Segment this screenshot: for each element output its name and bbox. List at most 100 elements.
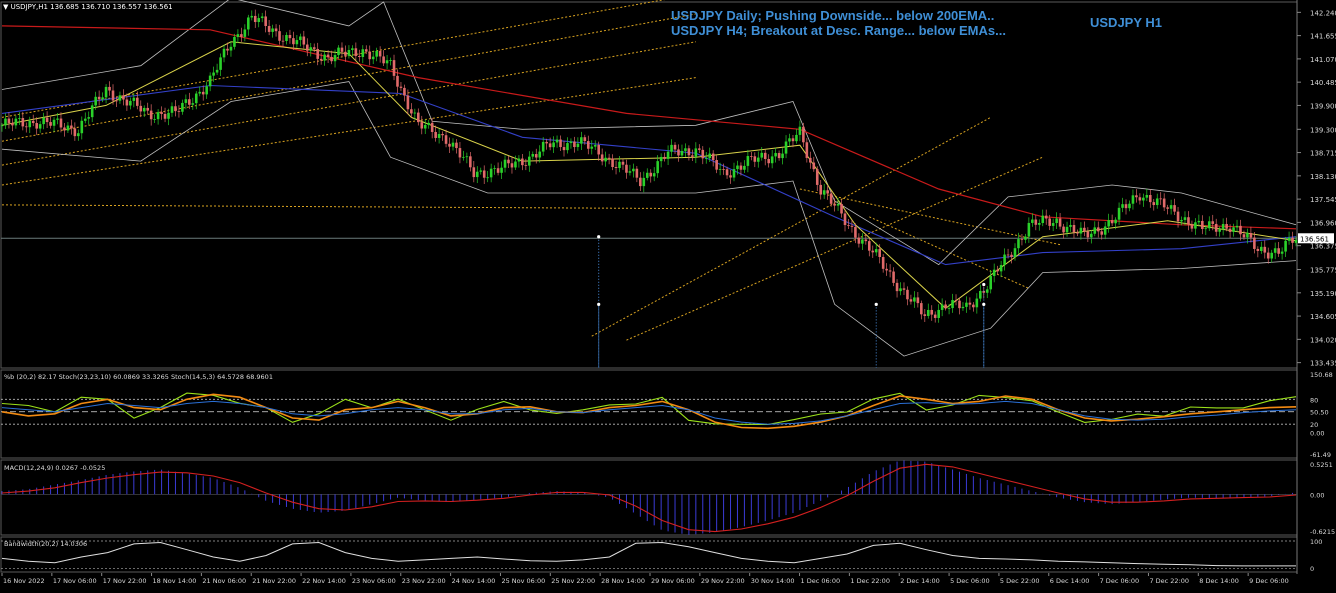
candle-body xyxy=(1277,248,1280,254)
price-tick-label: 139.300 xyxy=(1310,126,1336,134)
candle-body xyxy=(45,117,49,123)
candle-body xyxy=(163,113,167,119)
candle-body xyxy=(482,170,486,178)
candle-body xyxy=(1128,203,1131,209)
candle-body xyxy=(385,60,389,64)
candle-body xyxy=(888,270,892,272)
candle-body xyxy=(763,152,767,159)
candle-body xyxy=(743,165,746,170)
panel-frame-2 xyxy=(0,459,1298,536)
bollinger-lower xyxy=(1,81,1297,357)
candle-body xyxy=(805,142,809,158)
candle-body xyxy=(885,268,888,271)
candle-body xyxy=(940,304,944,310)
candle-body xyxy=(867,241,871,251)
symbol-title: USDJPY H1 xyxy=(1090,15,1163,30)
candle-body xyxy=(1100,231,1104,235)
candle-body xyxy=(469,156,472,168)
time-tick-label: 24 Nov 14:00 xyxy=(452,577,496,585)
bollinger-upper xyxy=(1,0,1297,266)
candle-body xyxy=(66,125,70,131)
candle-body xyxy=(559,139,562,148)
price-tick-label: 135.775 xyxy=(1310,267,1336,275)
candle-body xyxy=(826,190,829,194)
candle-body xyxy=(49,122,52,126)
candle-body xyxy=(222,48,226,58)
candle-body xyxy=(233,36,236,47)
candle-body xyxy=(97,96,101,100)
candle-body xyxy=(819,184,823,195)
trend-channel-line xyxy=(626,156,1043,341)
candle-body xyxy=(410,109,413,114)
candle-body xyxy=(975,298,979,308)
candle-body xyxy=(680,150,684,156)
candle-body xyxy=(659,156,663,162)
candle-body xyxy=(725,169,729,176)
candle-body xyxy=(122,95,125,100)
candle-body xyxy=(135,97,139,106)
candle-body xyxy=(500,167,503,173)
candle-body xyxy=(1044,215,1048,219)
time-tick-label: 25 Nov 06:00 xyxy=(501,577,545,585)
candle-body xyxy=(1173,205,1176,212)
oscillator-label: %b (20,2) 82.17 Stoch(23,23,10) 60.0869 … xyxy=(4,373,273,381)
time-tick-label: 7 Dec 22:00 xyxy=(1149,577,1189,585)
candle-body xyxy=(181,102,184,112)
candle-body xyxy=(101,97,104,100)
candle-body xyxy=(753,156,757,162)
candle-body xyxy=(850,225,854,227)
candle-body xyxy=(930,309,934,315)
candle-body xyxy=(437,133,441,138)
candle-body xyxy=(358,56,361,58)
candle-body xyxy=(257,18,261,23)
candle-body xyxy=(299,36,302,41)
candle-body xyxy=(125,99,129,106)
candle-body xyxy=(198,91,202,94)
candle-body xyxy=(489,168,493,178)
candle-body xyxy=(4,118,7,126)
candle-body xyxy=(1239,225,1242,235)
candle-body xyxy=(812,162,816,170)
candle-body xyxy=(1166,207,1169,209)
candle-body xyxy=(417,112,420,123)
candle-body xyxy=(378,50,382,57)
candle-body xyxy=(1117,207,1121,220)
candle-body xyxy=(545,141,548,144)
price-tick-label: 133.435 xyxy=(1310,360,1336,368)
candle-body xyxy=(201,91,205,95)
candle-body xyxy=(663,156,666,159)
candle-body xyxy=(260,16,264,19)
candle-body xyxy=(1031,219,1034,223)
candle-body xyxy=(961,306,965,309)
candle-body xyxy=(926,309,930,316)
candle-body xyxy=(593,144,597,147)
candle-body xyxy=(111,90,115,101)
candle-body xyxy=(822,190,826,195)
candle-body xyxy=(573,141,576,148)
price-tick-label: 142.240 xyxy=(1310,9,1336,17)
candle-body xyxy=(510,163,514,168)
candle-body xyxy=(729,175,732,178)
candle-body xyxy=(142,107,146,112)
candle-body xyxy=(947,308,951,309)
candle-body xyxy=(874,249,878,253)
candle-body xyxy=(1190,224,1194,229)
candle-body xyxy=(94,96,97,106)
candle-body xyxy=(312,47,316,49)
candle-body xyxy=(42,117,45,125)
candle-body xyxy=(829,193,833,204)
candle-body xyxy=(451,142,455,147)
time-tick-label: 25 Nov 22:00 xyxy=(551,577,595,585)
candle-body xyxy=(985,289,989,293)
candle-body xyxy=(1201,220,1204,229)
candle-body xyxy=(555,139,559,143)
time-tick-label: 8 Dec 14:00 xyxy=(1199,577,1239,585)
price-tick-label: 140.485 xyxy=(1310,79,1336,87)
candle-body xyxy=(815,169,819,185)
candle-body xyxy=(236,34,240,37)
candle-body xyxy=(656,161,659,174)
candle-body xyxy=(1228,228,1232,232)
candle-body xyxy=(337,47,340,56)
candle-body xyxy=(274,28,278,32)
time-tick-label: 5 Dec 06:00 xyxy=(950,577,990,585)
